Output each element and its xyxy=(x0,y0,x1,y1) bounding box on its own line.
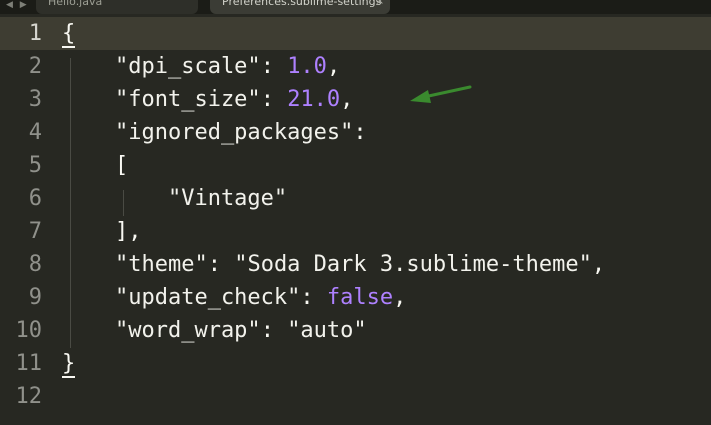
code-line: } xyxy=(62,347,605,380)
code-token: : xyxy=(207,252,235,277)
code-token: "Soda Dark 3.sublime-theme" xyxy=(234,252,592,277)
code-token: "ignored_packages" xyxy=(62,120,354,145)
code-token: , xyxy=(340,87,354,112)
tab-nav-arrows[interactable]: ◀ ▶ xyxy=(6,0,29,10)
line-number: 1 xyxy=(28,21,42,46)
code-line: "ignored_packages": xyxy=(62,116,605,149)
code-token: } xyxy=(62,351,76,378)
close-icon[interactable]: × xyxy=(376,0,384,7)
code-line: "update_check": false, xyxy=(62,281,605,314)
code-token: "word_wrap" xyxy=(62,318,261,343)
code-line: "font_size": 21.0, xyxy=(62,83,605,116)
line-number: 10 xyxy=(15,318,43,343)
code-token: , xyxy=(326,54,341,79)
code-token: : xyxy=(353,120,367,145)
code-line: [ xyxy=(62,149,605,182)
code-token: , xyxy=(393,285,407,310)
code-token: : xyxy=(260,54,288,79)
line-number: 7 xyxy=(28,219,42,244)
code-token: false xyxy=(326,285,394,310)
code-token: : xyxy=(260,318,288,343)
code-line: ], xyxy=(62,215,605,248)
code-editor[interactable]: { "dpi_scale": 1.0, "font_size": 21.0, "… xyxy=(62,17,605,413)
code-token: , xyxy=(591,252,606,277)
line-number: 3 xyxy=(28,87,42,112)
code-line: "word_wrap": "auto" xyxy=(62,314,605,347)
code-token: "font_size" xyxy=(62,87,261,112)
code-line: "dpi_scale": 1.0, xyxy=(62,50,605,83)
tab-hello-java[interactable]: Hello.java xyxy=(36,0,198,14)
code-token: "theme" xyxy=(62,252,208,277)
code-line: "theme": "Soda Dark 3.sublime-theme", xyxy=(62,248,605,281)
line-number: 12 xyxy=(15,384,43,409)
code-token: "auto" xyxy=(287,318,367,343)
code-token: [ xyxy=(62,153,129,178)
tab-label: Hello.java xyxy=(48,0,103,8)
line-number: 11 xyxy=(15,351,43,376)
line-number-gutter: 1 2 3 4 5 6 7 8 9 10 11 12 xyxy=(0,17,56,413)
code-token: : xyxy=(300,285,327,310)
code-token: 1.0 xyxy=(287,54,327,79)
code-token: "dpi_scale" xyxy=(62,54,261,79)
tab-bar: ◀ ▶ Hello.java Preferences.sublime-setti… xyxy=(0,0,711,14)
code-token: : xyxy=(260,87,288,112)
tab-label: Preferences.sublime-settings xyxy=(222,0,382,8)
tab-preferences[interactable]: Preferences.sublime-settings × xyxy=(210,0,390,14)
code-token: 21.0 xyxy=(287,87,341,112)
line-number: 4 xyxy=(28,120,42,145)
code-token: ], xyxy=(62,219,142,244)
line-number: 2 xyxy=(28,54,42,79)
code-line: "Vintage" xyxy=(62,182,605,215)
code-token: { xyxy=(62,21,76,48)
code-token: "Vintage" xyxy=(62,186,288,211)
code-line: { xyxy=(62,17,605,50)
line-number: 9 xyxy=(28,285,42,310)
line-number: 8 xyxy=(28,252,42,277)
code-token: "update_check" xyxy=(62,285,301,310)
green-arrow-icon xyxy=(410,85,472,103)
line-number: 6 xyxy=(28,186,42,211)
line-number: 5 xyxy=(28,153,42,178)
